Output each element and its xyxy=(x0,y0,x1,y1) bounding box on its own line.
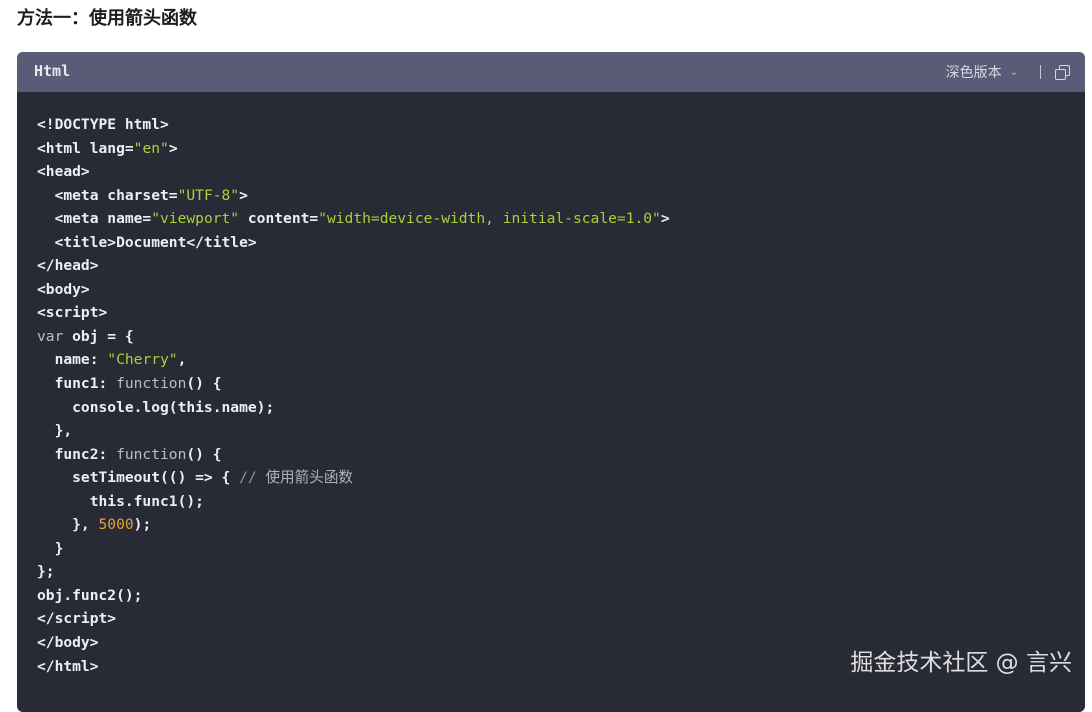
code-line: <head> xyxy=(37,160,670,184)
code-line: </script> xyxy=(37,607,670,631)
code-toolbar: 深色版本 ⌄ xyxy=(946,62,1070,82)
code-language-label: Html xyxy=(34,62,71,80)
code-line: <title>Document</title> xyxy=(37,231,670,255)
code-token: "Cherry" xyxy=(107,351,178,369)
code-token: </body> xyxy=(37,634,99,652)
code-token: name: xyxy=(37,351,108,369)
code-token: function xyxy=(116,445,187,463)
code-line: }, xyxy=(37,419,670,443)
theme-label: 深色版本 xyxy=(945,65,1002,81)
code-token: > xyxy=(239,186,248,204)
code-content: <!DOCTYPE html> <html lang="en"> <head> <m… xyxy=(37,113,670,678)
code-token: <html lang= xyxy=(37,139,134,157)
code-line: <script> xyxy=(37,301,670,325)
code-token: "viewport" xyxy=(151,210,240,228)
theme-selector[interactable]: 深色版本 ⌄ xyxy=(946,62,1018,82)
code-token: this.func1(); xyxy=(37,492,204,510)
code-line: <meta charset="UTF-8"> xyxy=(37,184,670,208)
code-token: </script> xyxy=(37,610,117,628)
code-line: <!DOCTYPE html> xyxy=(37,113,670,137)
code-token: <title>Document</title> xyxy=(37,233,257,251)
code-line: </body> xyxy=(37,631,670,655)
code-line: <meta name="viewport" content="width=dev… xyxy=(37,207,670,231)
code-token: "UTF-8" xyxy=(177,186,240,204)
code-token: var xyxy=(37,327,64,345)
code-token: <script> xyxy=(37,304,108,322)
copy-icon[interactable] xyxy=(1055,65,1070,80)
code-token: <meta charset= xyxy=(37,186,178,204)
code-token: > xyxy=(660,210,670,228)
code-token: ); xyxy=(133,516,152,534)
code-line: setTimeout(() => { // 使用箭头函数 xyxy=(37,466,670,490)
code-token: function xyxy=(116,375,187,393)
code-token: <!DOCTYPE html> xyxy=(37,116,169,133)
code-line: }; xyxy=(37,560,670,584)
code-token: }, xyxy=(37,422,73,440)
code-token: "width=device-width, initial-scale=1.0" xyxy=(318,210,661,228)
code-token: <head> xyxy=(37,163,90,181)
code-line: </html> xyxy=(37,655,670,679)
code-line: <html lang="en"> xyxy=(37,137,670,161)
code-token: () { xyxy=(186,445,222,463)
code-token: setTimeout(() => { xyxy=(37,469,240,487)
code-token: // xyxy=(239,469,266,487)
code-token: content= xyxy=(239,210,319,228)
code-block-header: Html 深色版本 ⌄ xyxy=(17,52,1085,92)
code-line: name: "Cherry", xyxy=(37,348,670,372)
code-line: obj.func2(); xyxy=(37,584,670,608)
code-token: 5000 xyxy=(98,516,134,534)
code-token: func2: xyxy=(37,445,117,463)
code-line: }, 5000); xyxy=(37,513,670,537)
code-token: } xyxy=(37,539,64,557)
code-token: obj = { xyxy=(63,327,134,345)
section-heading: 方法一：使用箭头函数 xyxy=(17,8,197,29)
code-line: this.func1(); xyxy=(37,490,670,514)
code-token: "en" xyxy=(133,139,169,157)
code-token: </head> xyxy=(37,257,99,275)
code-token: }; xyxy=(37,563,55,581)
watermark: 掘金技术社区 @ 言兴 xyxy=(850,650,1072,676)
code-line: console.log(this.name); xyxy=(37,396,670,420)
code-line: var obj = { xyxy=(37,325,670,349)
chevron-down-icon: ⌄ xyxy=(1009,66,1018,78)
code-line: func1: function() { xyxy=(37,372,670,396)
code-token: obj.func2(); xyxy=(37,586,143,604)
code-token: 使用箭头函数 xyxy=(265,469,354,487)
code-line: } xyxy=(37,537,670,561)
code-token: <meta name= xyxy=(37,210,152,228)
code-line: <body> xyxy=(37,278,670,302)
code-line: func2: function() { xyxy=(37,443,670,467)
code-token: </html> xyxy=(37,657,99,675)
code-block: Html 深色版本 ⌄ <!DOCTYPE html> <html lang="e… xyxy=(17,52,1085,712)
code-token: }, xyxy=(37,516,99,534)
toolbar-divider xyxy=(1040,65,1041,79)
code-token: > xyxy=(168,139,178,157)
code-token: <body> xyxy=(37,280,90,298)
code-token: console.log(this.name); xyxy=(37,398,275,416)
code-line: </head> xyxy=(37,254,670,278)
code-token: , xyxy=(177,351,187,369)
code-token: () { xyxy=(186,375,222,393)
code-token: func1: xyxy=(37,375,117,393)
